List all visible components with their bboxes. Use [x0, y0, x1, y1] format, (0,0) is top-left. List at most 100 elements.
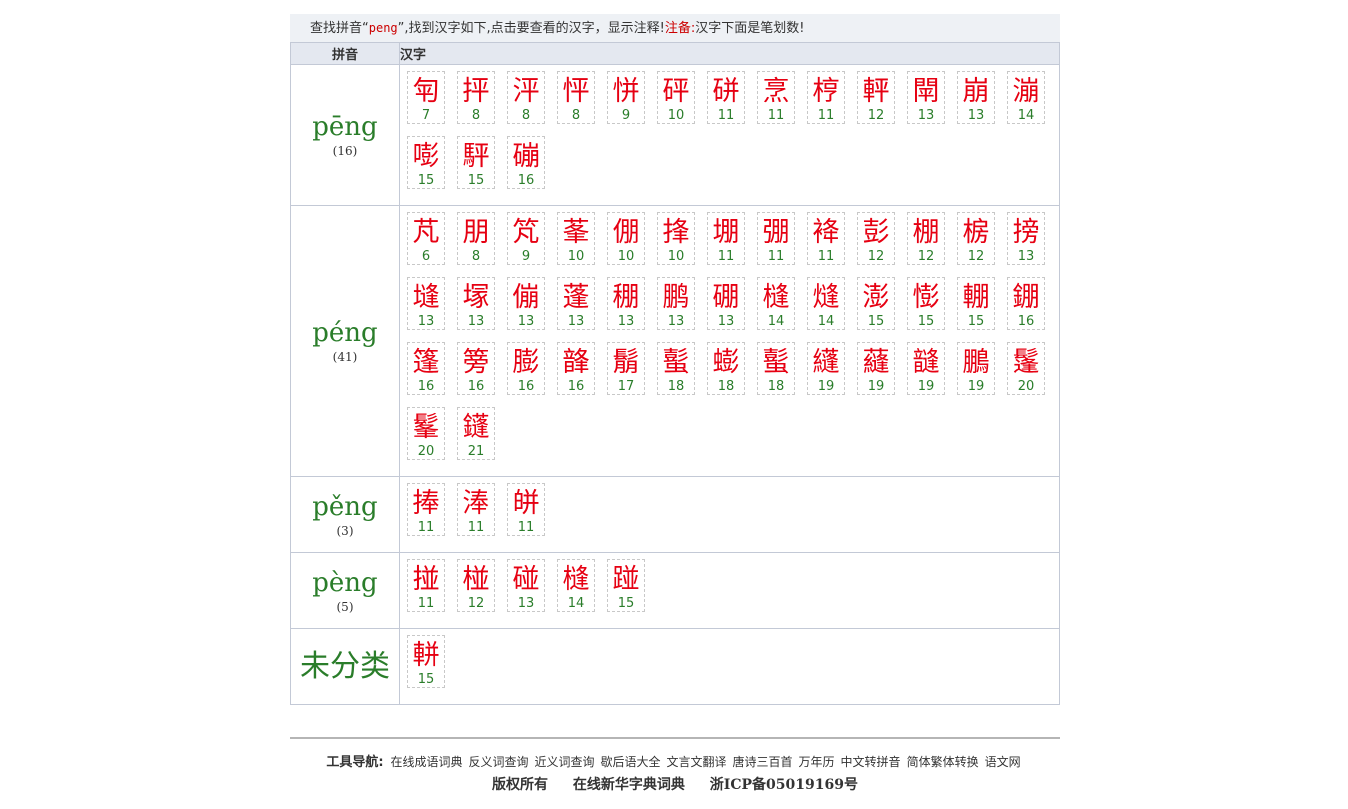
hanzi-link[interactable]: 捧 11: [407, 483, 445, 536]
hanzi-link[interactable]: 篣 16: [457, 342, 495, 395]
hanzi-link[interactable]: 搒 13: [1007, 212, 1045, 265]
hanzi-link[interactable]: 抨8: [457, 71, 495, 124]
hanzi-link[interactable]: 熢 14: [807, 277, 845, 330]
hanzi-link[interactable]: 傰 13: [507, 277, 545, 330]
hanzi-link[interactable]: 硼 13: [707, 277, 745, 330]
hanzi-link[interactable]: 泙8: [507, 71, 545, 124]
hanzi-link[interactable]: 怦8: [557, 71, 595, 124]
hanzi-link[interactable]: 嘭 15: [407, 136, 445, 189]
stroke-count: 13: [917, 108, 935, 123]
tool-nav-link[interactable]: 唐诗三百首: [733, 755, 793, 769]
stroke-count: 10: [617, 249, 635, 264]
hanzi-link[interactable]: 踫 15: [607, 559, 645, 612]
hanzi-link[interactable]: 塜 13: [457, 277, 495, 330]
tool-nav-link[interactable]: 在线成语词典: [390, 755, 462, 769]
hanzi-link[interactable]: 纄 19: [807, 342, 845, 395]
hanzi-link[interactable]: 膨 16: [507, 342, 545, 395]
hanzi-link[interactable]: 閛 13: [907, 71, 945, 124]
tool-nav-link[interactable]: 文言文翻译: [667, 755, 727, 769]
hanzi-link[interactable]: 椖 12: [957, 212, 995, 265]
hanzi-link[interactable]: 輣 15: [957, 277, 995, 330]
hanzi-char: 錋: [1012, 282, 1040, 313]
hanzi-link[interactable]: 篷 16: [407, 342, 445, 395]
hanzi-link[interactable]: 芃6: [407, 212, 445, 265]
tool-nav-link[interactable]: 反义词查询: [468, 755, 528, 769]
hanzi-link[interactable]: 皏 11: [507, 483, 545, 536]
hanzi-link[interactable]: 槰 14: [557, 559, 595, 612]
hanzi-link[interactable]: 錋 16: [1007, 277, 1045, 330]
hanzi-link[interactable]: 漰 14: [1007, 71, 1045, 124]
stroke-count: 6: [421, 249, 431, 264]
hanzi-link[interactable]: 鬅 17: [607, 342, 645, 395]
hanzi-link[interactable]: 駍 15: [457, 136, 495, 189]
hanzi-link[interactable]: 蓬 13: [557, 277, 595, 330]
hanzi-link[interactable]: 硑 11: [707, 71, 745, 124]
hanzi-link[interactable]: 澎 15: [857, 277, 895, 330]
hanzi-link[interactable]: 棚 12: [907, 212, 945, 265]
pinyin-cell: péng (41): [290, 205, 400, 477]
hanzi-link[interactable]: 鵬 19: [957, 342, 995, 395]
tool-nav-link[interactable]: 近义词查询: [534, 755, 594, 769]
hanzi-link[interactable]: 稝 13: [607, 277, 645, 330]
tool-nav-link[interactable]: 中文转拼音: [841, 755, 901, 769]
hanzi-link[interactable]: 梈 11: [807, 71, 845, 124]
hanzi-link[interactable]: 崩 13: [957, 71, 995, 124]
hanzi-link[interactable]: 恲9: [607, 71, 645, 124]
tool-nav-link[interactable]: 万年历: [799, 755, 835, 769]
hanzi-link[interactable]: 鬔 20: [1007, 342, 1045, 395]
pinyin-row: 未分类軿 15: [290, 628, 1060, 705]
hanzi-link[interactable]: 髼 20: [407, 407, 445, 460]
info-prefix: 查找拼音“: [310, 21, 369, 36]
hanzi-link[interactable]: 弸 11: [757, 212, 795, 265]
hanzi-link[interactable]: 鑝 21: [457, 407, 495, 460]
stroke-count: 19: [817, 379, 835, 394]
hanzi-link[interactable]: 鹏 13: [657, 277, 695, 330]
hanzi-link[interactable]: 彭 12: [857, 212, 895, 265]
pinyin-label: pēng: [312, 112, 378, 142]
stroke-count: 15: [417, 672, 435, 687]
hanzi-cell: 芃 6 朋 8 竼 9 莑 10 倗 10 捀 10 堋 11 弸 11 袶 11 彭 12 棚 12 椖 12 搒 13 塳 13 塜…: [399, 205, 1060, 477]
hanzi-link[interactable]: 韼 19: [907, 342, 945, 395]
hanzi-link[interactable]: 蟛 18: [707, 342, 745, 395]
hanzi-link[interactable]: 憉 15: [907, 277, 945, 330]
icp-number: 浙ICP备05019169号: [709, 777, 858, 793]
hanzi-link[interactable]: 韸 16: [557, 342, 595, 395]
hanzi-link[interactable]: 烹 11: [757, 71, 795, 124]
hanzi-link[interactable]: 朋8: [457, 212, 495, 265]
stroke-count: 12: [967, 249, 985, 264]
hanzi-link[interactable]: 蘕 19: [857, 342, 895, 395]
hanzi-link[interactable]: 莑 10: [557, 212, 595, 265]
hanzi-link[interactable]: 椪 12: [457, 559, 495, 612]
hanzi-link[interactable]: 淎 11: [457, 483, 495, 536]
hanzi-char: 蟚: [762, 347, 790, 378]
hanzi-link[interactable]: 軿 15: [407, 635, 445, 688]
hanzi-link[interactable]: 匉7: [407, 71, 445, 124]
hanzi-char: 鬅: [612, 347, 640, 378]
hanzi-link[interactable]: 磞 16: [507, 136, 545, 189]
hanzi-char: 淎: [462, 488, 490, 519]
hanzi-char: 槰: [562, 564, 590, 595]
hanzi-link[interactable]: 倗 10: [607, 212, 645, 265]
hanzi-link[interactable]: 砰 10: [657, 71, 695, 124]
hanzi-link[interactable]: 蟚 18: [657, 342, 695, 395]
tool-nav-link[interactable]: 简体繁体转换: [907, 755, 979, 769]
hanzi-link[interactable]: 袶 11: [807, 212, 845, 265]
hanzi-link[interactable]: 蟚 18: [757, 342, 795, 395]
hanzi-link[interactable]: 軯 12: [857, 71, 895, 124]
hanzi-char: 蟛: [712, 347, 740, 378]
info-middle: ”,找到汉字如下,点击要查看的汉字，显示注释!: [397, 21, 665, 36]
hanzi-char: 崩: [962, 76, 990, 107]
tool-nav-link[interactable]: 语文网: [985, 755, 1021, 769]
hanzi-link[interactable]: 塳 13: [407, 277, 445, 330]
hanzi-link[interactable]: 槰 14: [757, 277, 795, 330]
hanzi-link[interactable]: 竼9: [507, 212, 545, 265]
hanzi-link[interactable]: 掽 11: [407, 559, 445, 612]
hanzi-link[interactable]: 捀 10: [657, 212, 695, 265]
hanzi-char: 鹏: [662, 282, 690, 313]
stroke-count: 10: [667, 249, 685, 264]
hanzi-link[interactable]: 碰 13: [507, 559, 545, 612]
hanzi-link[interactable]: 堋 11: [707, 212, 745, 265]
tool-nav-link[interactable]: 歇后语大全: [600, 755, 660, 769]
hanzi-char: 弸: [762, 217, 790, 248]
pinyin-row: pēng (16) 匉 7 抨 8 泙 8 怦 8 恲 9 砰 10 硑 11 烹 11 梈 11 軯 12 閛 13 崩 13 漰…: [290, 64, 1060, 206]
